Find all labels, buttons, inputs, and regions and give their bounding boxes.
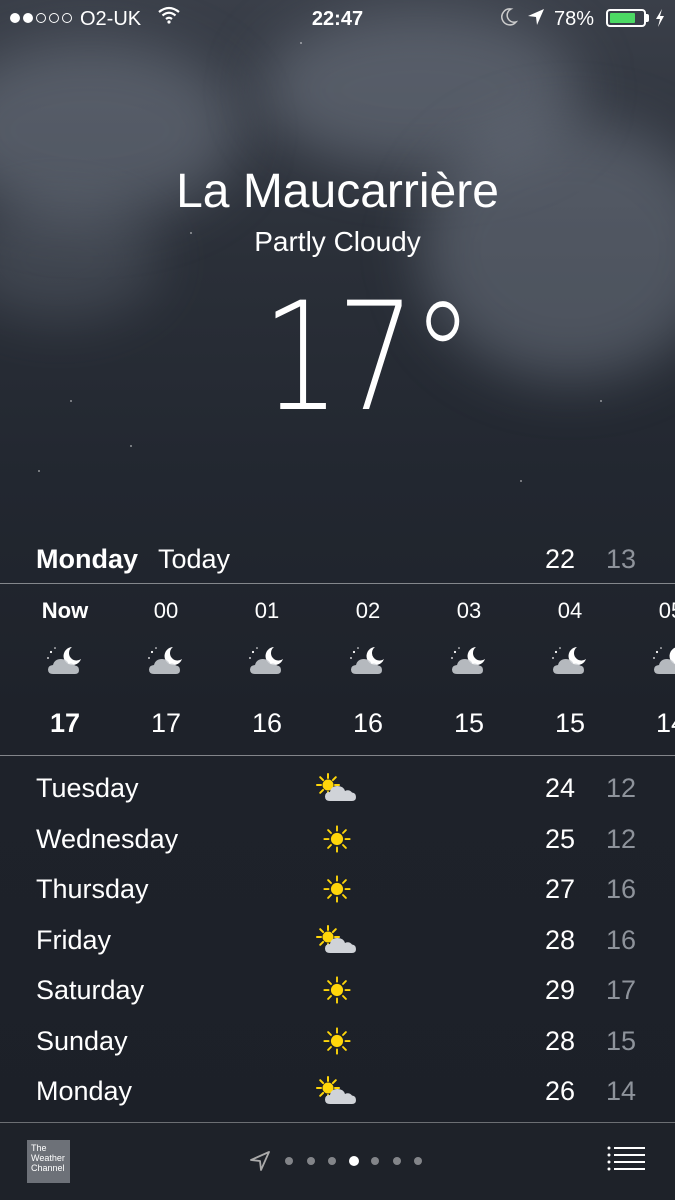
divider xyxy=(0,755,675,756)
hour-temperature: 16 xyxy=(251,708,283,738)
bottom-toolbar: The Weather Channel xyxy=(0,1122,675,1200)
hourly-forecast-scroller[interactable]: Now 17 00 17 01 16 02 16 03 15 04 15 05 14 xyxy=(0,584,675,754)
day-name: Friday xyxy=(36,924,112,955)
location-arrow-icon[interactable] xyxy=(250,1151,270,1176)
day-low: 16 xyxy=(606,924,637,955)
logo-line: Weather xyxy=(31,1153,65,1163)
page-dot[interactable] xyxy=(306,1157,315,1165)
today-low: 13 xyxy=(606,544,637,574)
hour-label: 01 xyxy=(254,598,280,623)
weather-screen: O2-UK 22:47 78% La Maucarrière Partly Cl… xyxy=(0,0,675,1200)
hour-temperature: 15 xyxy=(554,708,586,738)
hour-temperature: 17 xyxy=(49,708,81,738)
day-low: 12 xyxy=(606,773,637,803)
hour-temperature: 14 xyxy=(655,708,675,738)
hour-temperature: 17 xyxy=(150,708,182,738)
partly-cloudy-night-icon xyxy=(45,646,85,683)
daily-forecast-row: Monday 26 14 xyxy=(0,1066,675,1116)
list-icon[interactable] xyxy=(606,1145,646,1178)
day-high: 27 xyxy=(545,874,576,904)
star xyxy=(520,480,522,482)
today-summary-row: Monday Today 22 13 xyxy=(0,540,675,582)
day-high: 28 xyxy=(545,1025,576,1056)
partly-cloudy-night-icon xyxy=(550,646,590,683)
hour-temperature: 16 xyxy=(352,708,384,738)
hour-label: 05 xyxy=(658,598,675,623)
current-condition: Partly Cloudy xyxy=(254,226,421,257)
today-high: 22 xyxy=(545,544,576,574)
day-name: Thursday xyxy=(36,874,149,904)
star xyxy=(70,400,72,402)
star xyxy=(130,445,132,447)
weather-channel-logo[interactable]: The Weather Channel xyxy=(27,1140,70,1183)
logo-line: The xyxy=(31,1143,47,1153)
daily-forecast-row: Tuesday 24 12 xyxy=(0,763,675,813)
partly-cloudy-night-icon xyxy=(247,646,287,683)
battery-level-fill xyxy=(610,13,635,23)
star xyxy=(600,400,602,402)
sunny-icon xyxy=(316,1026,352,1063)
battery-percentage: 78% xyxy=(554,8,595,30)
day-low: 16 xyxy=(606,874,637,904)
day-name: Tuesday xyxy=(36,773,139,803)
today-day-name: Monday xyxy=(36,544,139,574)
hour-label: 03 xyxy=(456,598,482,623)
day-high: 24 xyxy=(545,773,576,803)
partly-sunny-icon xyxy=(316,773,358,812)
battery-icon xyxy=(606,9,646,27)
today-label: Today xyxy=(158,544,231,574)
page-dot[interactable] xyxy=(414,1157,422,1165)
sunny-icon xyxy=(316,975,352,1012)
hour-temperature: 15 xyxy=(453,708,485,738)
star xyxy=(300,42,302,44)
page-dot[interactable] xyxy=(285,1157,293,1165)
sunny-icon xyxy=(316,824,352,861)
partly-cloudy-night-icon xyxy=(449,646,489,683)
partly-sunny-icon xyxy=(316,924,358,964)
sunny-icon xyxy=(316,874,352,911)
partly-cloudy-night-icon xyxy=(146,646,186,683)
daily-forecast-row: Wednesday 25 12 xyxy=(0,814,675,864)
star xyxy=(38,470,40,472)
page-dot[interactable] xyxy=(328,1157,336,1165)
battery-tip xyxy=(646,14,649,22)
partly-cloudy-night-icon xyxy=(651,646,675,683)
partly-cloudy-night-icon xyxy=(348,646,388,683)
day-low: 14 xyxy=(606,1076,637,1106)
day-name: Monday xyxy=(36,1076,133,1106)
page-dot[interactable] xyxy=(371,1157,379,1165)
partly-sunny-icon xyxy=(316,1076,358,1115)
day-name: Saturday xyxy=(36,975,145,1005)
daily-forecast-row: Sunday 28 15 xyxy=(0,1016,675,1066)
daily-forecast-row: Friday 28 16 xyxy=(0,915,675,965)
day-name: Wednesday xyxy=(36,823,179,854)
location-services-icon xyxy=(527,8,545,32)
charging-bolt-icon xyxy=(654,8,666,34)
do-not-disturb-moon-icon xyxy=(500,7,519,33)
hour-label: 00 xyxy=(153,598,179,623)
hour-label: 04 xyxy=(557,598,583,623)
page-dot[interactable] xyxy=(348,1156,359,1166)
day-high: 29 xyxy=(545,975,576,1005)
logo-line: Channel xyxy=(31,1163,65,1173)
daily-forecast-row: Saturday 29 17 xyxy=(0,965,675,1015)
daily-forecast-row: Thursday 27 16 xyxy=(0,864,675,914)
day-low: 17 xyxy=(606,975,637,1005)
day-high: 28 xyxy=(545,924,576,955)
current-temperature: 17° xyxy=(262,283,473,433)
status-bar: O2-UK 22:47 78% xyxy=(0,0,675,38)
page-dot[interactable] xyxy=(392,1157,401,1165)
degree-symbol: ° xyxy=(411,271,473,445)
day-name: Sunday xyxy=(36,1025,128,1056)
city-name: La Maucarrière xyxy=(176,165,499,218)
hour-label: Now xyxy=(41,598,89,623)
hour-label: 02 xyxy=(355,598,381,623)
day-high: 26 xyxy=(545,1076,576,1106)
day-low: 15 xyxy=(606,1025,637,1056)
day-high: 25 xyxy=(545,823,576,854)
temperature-value: 17 xyxy=(262,271,415,445)
day-low: 12 xyxy=(606,823,637,854)
